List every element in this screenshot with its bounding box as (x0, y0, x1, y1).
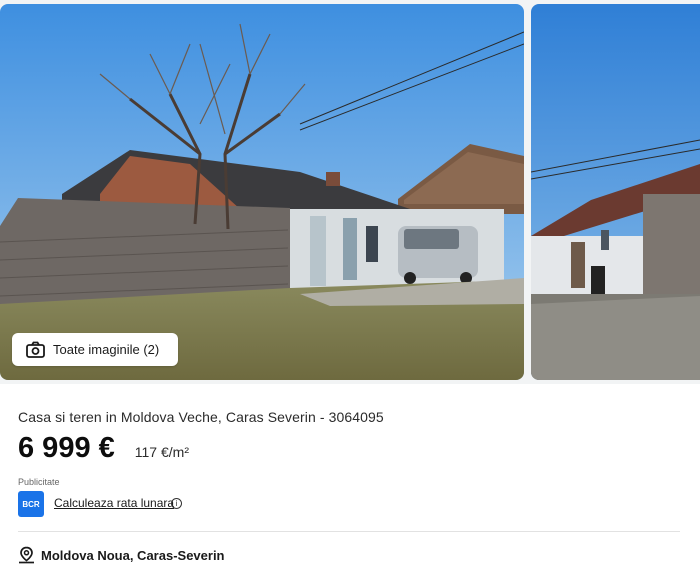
bcr-logo-text: BCR (22, 499, 40, 509)
house-photo-side (531, 4, 700, 380)
calculate-rate-link[interactable]: Calculeaza rata lunara (54, 496, 174, 510)
price: 6 999 € (18, 432, 115, 464)
photo-gallery: Toate imaginile (2) (0, 0, 700, 384)
house-photo-main (0, 4, 524, 380)
info-icon[interactable]: i (171, 498, 182, 509)
listing-title: Casa si teren in Moldova Veche, Caras Se… (18, 409, 384, 425)
camera-icon (26, 341, 45, 358)
all-images-button[interactable]: Toate imaginile (2) (12, 333, 178, 366)
ad-label: Publicitate (18, 477, 60, 487)
divider (18, 531, 680, 532)
price-row: 6 999 € 117 €/m² (18, 432, 189, 472)
all-images-label: Toate imaginile (2) (53, 342, 160, 357)
bcr-logo[interactable]: BCR (18, 491, 44, 517)
location-text: Moldova Noua, Caras-Severin (41, 547, 225, 563)
map-pin-icon (18, 546, 35, 564)
main-photo[interactable] (0, 4, 524, 380)
location: Moldova Noua, Caras-Severin (18, 546, 225, 564)
price-per-sqm: 117 €/m² (134, 444, 189, 460)
secondary-photo[interactable] (531, 4, 700, 380)
